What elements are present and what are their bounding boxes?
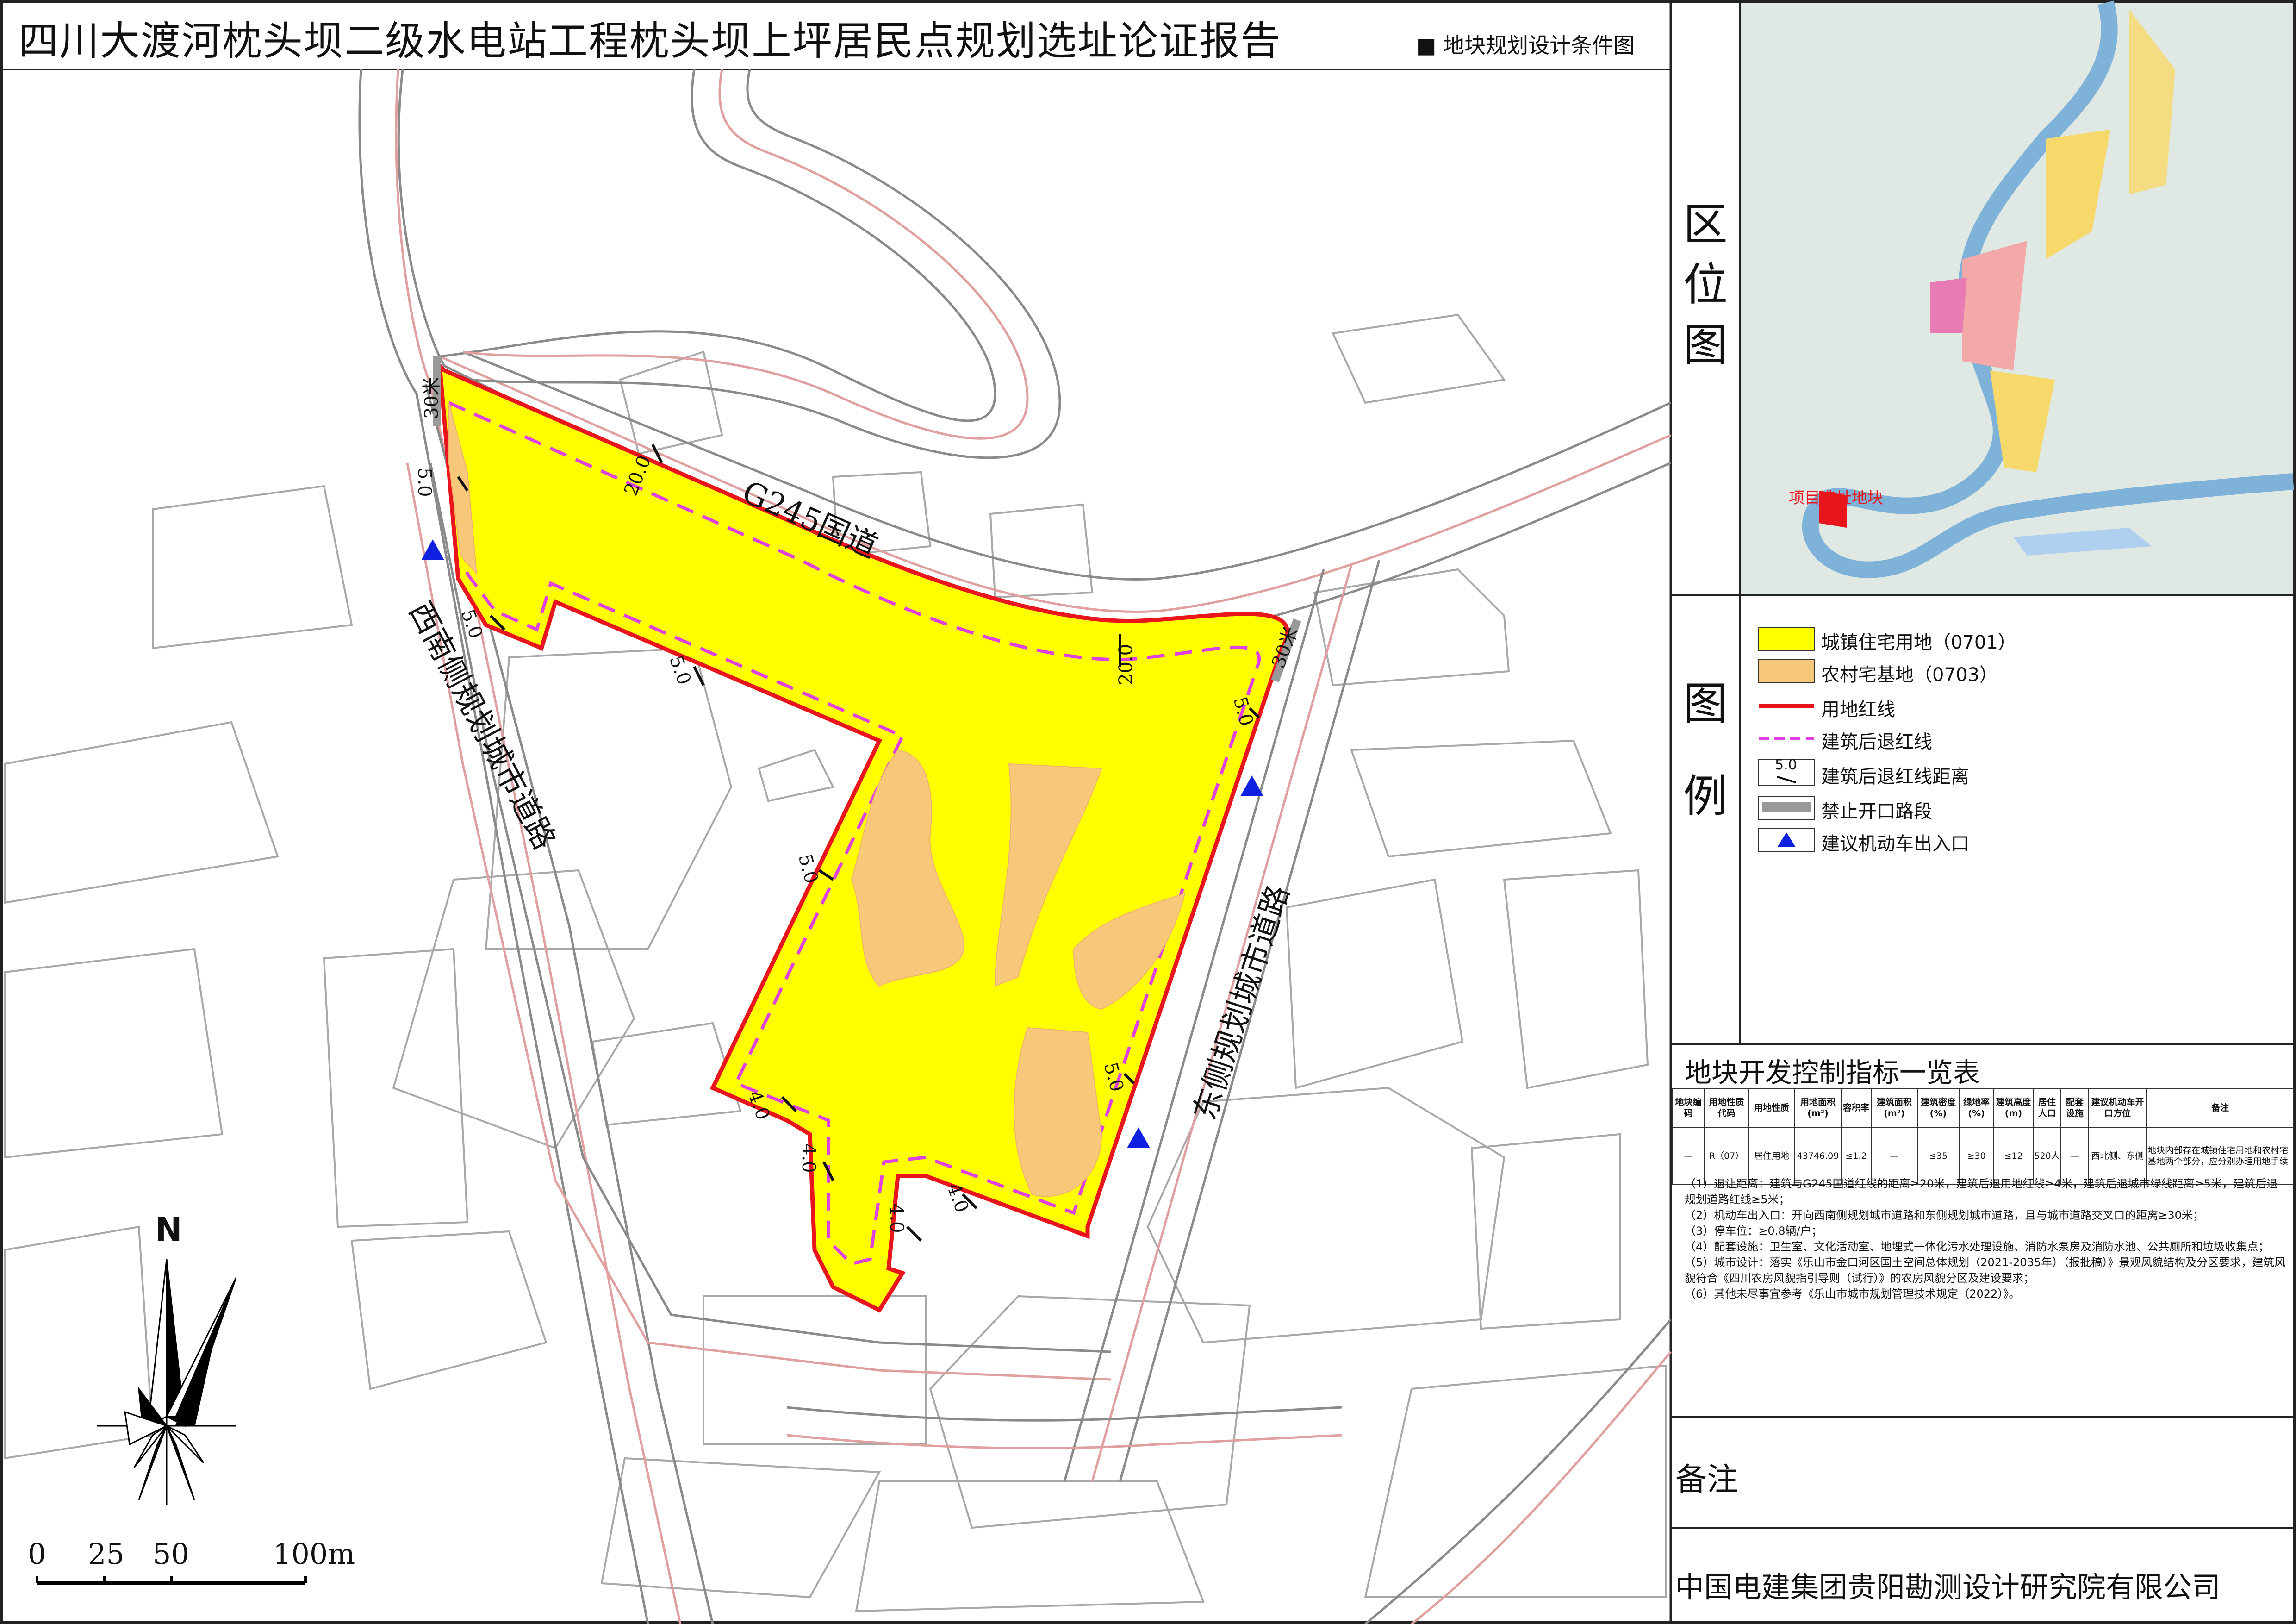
company-name: 中国电建集团贵阳勘测设计研究院有限公司 [1675,1570,2221,1604]
legend-item-urban-residential: 城镇住宅用地（0701） [1821,632,2016,653]
scale-bar [36,1576,307,1585]
table-header-row: 地块编码 用地性质代码 用地性质 用地面积(m²) 容积率 建筑面积(m²) 建筑密度(%)… [1672,1088,2294,1128]
note-item: （5）城市设计：落实《乐山市金口河区国土空间总体规划（2021-2035年）（报… [1685,1256,2286,1285]
dim-20-b: 20.0 [1115,643,1137,685]
site-plan-map [0,0,2296,1624]
location-map-label: 区 位 图 [1683,199,1728,371]
vehicle-entrance-marker-east-upper [1240,775,1263,796]
remark-label: 备注 [1675,1462,1739,1498]
legend-item-no-opening: 禁止开口路段 [1821,801,1932,822]
legend-item-vehicle-entrance: 建议机动车出入口 [1821,833,1969,855]
legend-item-land-redline: 用地红线 [1821,699,1895,720]
location-marker-label: 项目选址地块 [1789,489,1883,507]
dim-30m-left: 30米 [421,377,442,419]
north-arrow-icon [97,1259,237,1505]
legend-item-rural-homestead: 农村宅基地（0703） [1821,664,1998,686]
note-item: （1）退让距离：建筑与G245国道红线的距离≥20米，建筑后退用地红线≥4米，建… [1685,1177,2278,1206]
scale-label-25: 25 [88,1537,124,1571]
note-item: （2）机动车出入口：开向西南侧规划城市道路和东侧规划城市道路，且与城市道路交叉口… [1685,1209,2204,1222]
legend-item-setback-distance: 建筑后退红线距离 [1821,766,1969,787]
scale-label-50: 50 [153,1537,189,1571]
note-item: （4）配套设施：卫生室、文化活动室、地埋式一体化污水处理设施、消防水泵房及消防水… [1685,1240,2270,1253]
legend-swatches [1758,627,1815,852]
planning-notes: （1）退让距离：建筑与G245国道红线的距离≥20米，建筑后退用地红线≥4米，建… [1685,1176,2286,1302]
control-index-table: 地块编码 用地性质代码 用地性质 用地面积(m²) 容积率 建筑面积(m²) 建筑密度(%)… [1672,1088,2294,1185]
sheet-title: ■ 地块规划设计条件图 [1416,33,1635,58]
note-item: （3）停车位：≥0.8辆/户； [1685,1224,1823,1237]
dim-4-c: 4.0 [886,1204,907,1233]
vehicle-entrance-marker-west [421,539,444,560]
report-title: 四川大渡河枕头坝二级水电站工程枕头坝上坪居民点规划选址论证报告 [19,18,1281,64]
legend-item-setback-line: 建筑后退红线 [1821,731,1932,753]
legend-setback-sample: 5.0 [1775,757,1797,773]
legend-label: 图 例 [1683,678,1728,822]
dim-5-a: 5.0 [414,468,435,497]
dim-4-b: 4.0 [798,1143,819,1173]
scale-label-100m: 100m [273,1537,355,1571]
vehicle-entrance-marker-east-lower [1127,1127,1150,1148]
north-label: N [155,1211,182,1249]
note-item: （6）其他未尽事宜参考《乐山市城市规划管理技术规定（2022）》。 [1685,1287,2020,1300]
scale-label-0: 0 [28,1537,46,1571]
control-table-title: 地块开发控制指标一览表 [1685,1057,1980,1088]
